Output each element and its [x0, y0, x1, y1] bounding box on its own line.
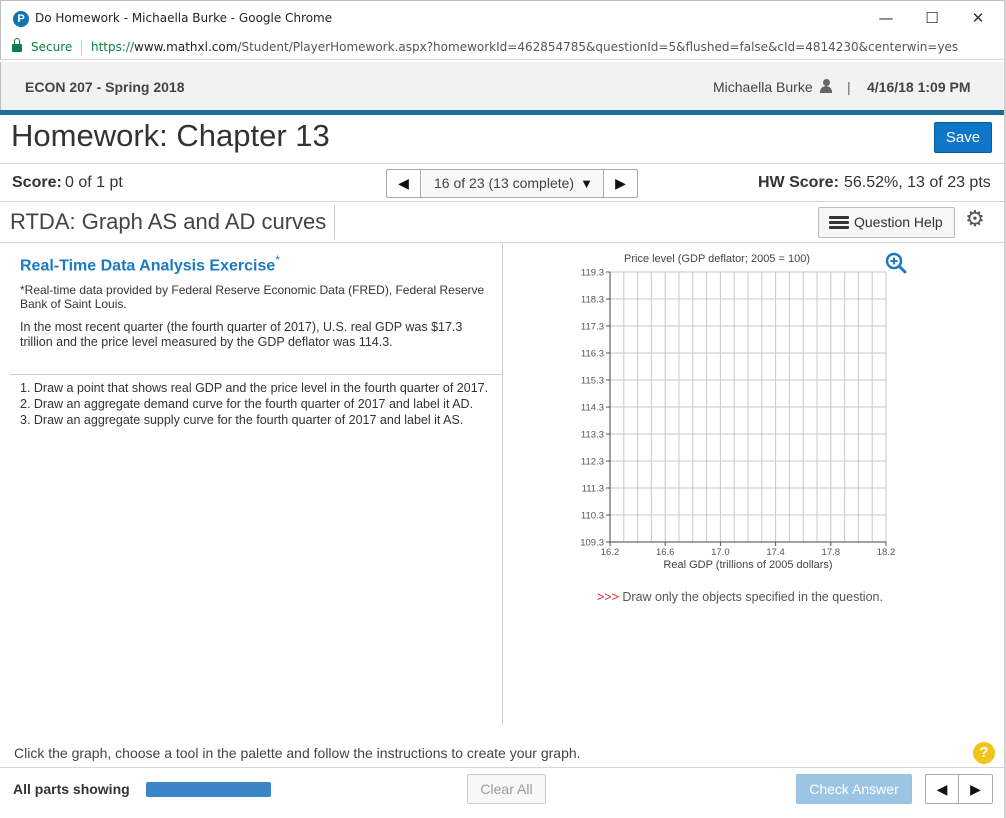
- y-tick-label: 118.3: [581, 295, 604, 306]
- score-value: 0 of 1 pt: [65, 174, 123, 191]
- divider: [0, 163, 1006, 164]
- x-tick-label: 17.0: [711, 547, 730, 558]
- previous-question-button[interactable]: ◀: [387, 170, 421, 197]
- header-datetime: 4/16/18 1:09 PM: [867, 79, 971, 95]
- y-tick-label: 119.3: [581, 268, 604, 279]
- y-tick-label: 114.3: [581, 403, 604, 414]
- exercise-heading-mark: *: [275, 253, 280, 267]
- exercise-heading-text: Real-Time Data Analysis Exercise: [20, 257, 276, 275]
- x-tick-label: 16.2: [601, 547, 620, 558]
- header-rule: [0, 110, 1006, 115]
- address-bar[interactable]: Secure https://www.mathxl.com/Student/Pl…: [0, 34, 1006, 60]
- minimize-button[interactable]: —: [863, 5, 909, 31]
- close-window-button[interactable]: ✕: [955, 5, 1001, 31]
- user-icon: [819, 79, 833, 93]
- clear-all-button[interactable]: Clear All: [467, 774, 546, 804]
- as-ad-graph[interactable]: 119.3 118.3 117.3 116.3 115.3 114.3 113.3 112.3…: [560, 248, 920, 578]
- x-tick-label: 18.2: [877, 547, 896, 558]
- y-tick-label: 113.3: [581, 430, 604, 441]
- url-host: www.mathxl.com: [134, 40, 238, 54]
- next-question-button[interactable]: ▶: [603, 170, 637, 197]
- gear-icon[interactable]: ⚙: [963, 208, 987, 232]
- url-scheme: https://: [91, 40, 135, 54]
- draw-note: >>> Draw only the objects specified in t…: [597, 590, 883, 604]
- maximize-button[interactable]: ☐: [909, 5, 955, 31]
- parts-progress-bar: [146, 782, 271, 797]
- hw-score-value: 56.52%, 13 of 23 pts: [844, 174, 991, 191]
- x-tick-label: 17.8: [822, 547, 841, 558]
- source-note: *Real-time data provided by Federal Rese…: [20, 283, 485, 311]
- header-separator: |: [847, 79, 851, 95]
- secure-label: Secure: [31, 40, 73, 54]
- save-button[interactable]: Save: [934, 122, 992, 153]
- y-tick-label: 116.3: [581, 349, 604, 360]
- help-icon[interactable]: ?: [973, 742, 995, 764]
- instruction-item: 1. Draw a point that shows real GDP and …: [20, 381, 489, 395]
- instructions-list: 1. Draw a point that shows real GDP and …: [20, 381, 498, 429]
- user-name: Michaella Burke: [713, 79, 813, 95]
- x-tick-label: 16.6: [656, 547, 675, 558]
- y-tick-label: 112.3: [581, 457, 604, 468]
- list-icon: [829, 216, 849, 229]
- question-help-button[interactable]: Question Help: [818, 207, 955, 238]
- divider: [10, 374, 502, 375]
- question-intro: In the most recent quarter (the fourth q…: [20, 320, 463, 349]
- check-answer-button[interactable]: Check Answer: [796, 774, 912, 804]
- instruction-item: 3. Draw an aggregate supply curve for th…: [20, 413, 464, 427]
- page-title: Homework: Chapter 13: [11, 118, 330, 153]
- draw-note-text: Draw only the objects specified in the q…: [622, 590, 883, 604]
- pearson-app-icon: P: [13, 11, 29, 27]
- question-selector[interactable]: 16 of 23 (13 complete) ▼: [422, 170, 603, 197]
- score-label: Score:: [12, 174, 62, 191]
- question-navigator: ◀ 16 of 23 (13 complete) ▼ ▶: [386, 169, 638, 198]
- exercise-heading: Real-Time Data Analysis Exercise*: [20, 253, 280, 275]
- x-tick-label: 17.4: [766, 547, 785, 558]
- y-tick-label: 115.3: [581, 376, 604, 387]
- window-title: Do Homework - Michaella Burke - Google C…: [35, 11, 333, 25]
- title-separator: [334, 205, 335, 239]
- question-panel: Real-Time Data Analysis Exercise* *Real-…: [0, 243, 503, 725]
- lock-icon: [12, 38, 22, 52]
- y-tick-label: 111.3: [582, 484, 604, 495]
- previous-question-button[interactable]: ◀: [926, 775, 959, 803]
- draw-note-arrows: >>>: [597, 590, 619, 604]
- graph-hint: Click the graph, choose a tool in the pa…: [14, 745, 581, 761]
- y-tick-label: 110.3: [581, 511, 604, 522]
- caret-down-icon: ▼: [580, 176, 593, 191]
- hw-score-label: HW Score:: [758, 174, 839, 191]
- question-selector-label: 16 of 23 (13 complete): [434, 175, 575, 191]
- instruction-item: 2. Draw an aggregate demand curve for th…: [20, 397, 474, 411]
- url-path: /Student/PlayerHomework.aspx?homeworkId=…: [237, 40, 959, 54]
- next-question-button[interactable]: ▶: [959, 775, 992, 803]
- divider: [0, 201, 1006, 202]
- question-help-label: Question Help: [854, 214, 943, 230]
- question-title: RTDA: Graph AS and AD curves: [10, 209, 327, 234]
- zoom-in-icon[interactable]: [885, 252, 907, 274]
- url-text[interactable]: https://www.mathxl.com/Student/PlayerHom…: [91, 40, 958, 54]
- progress-fill: [146, 782, 271, 797]
- course-title: ECON 207 - Spring 2018: [25, 79, 185, 95]
- browser-titlebar: P Do Homework - Michaella Burke - Google…: [0, 0, 1006, 34]
- x-axis-label: Real GDP (trillions of 2005 dollars): [663, 559, 832, 571]
- course-header: ECON 207 - Spring 2018 Michaella Burke |…: [0, 62, 1006, 110]
- y-axis-label: Price level (GDP deflator; 2005 = 100): [624, 253, 810, 265]
- address-divider: [81, 40, 82, 55]
- bottom-navigator: ◀ ▶: [925, 774, 993, 804]
- all-parts-label: All parts showing: [13, 781, 130, 797]
- y-tick-label: 117.3: [581, 322, 604, 333]
- divider: [0, 767, 1006, 768]
